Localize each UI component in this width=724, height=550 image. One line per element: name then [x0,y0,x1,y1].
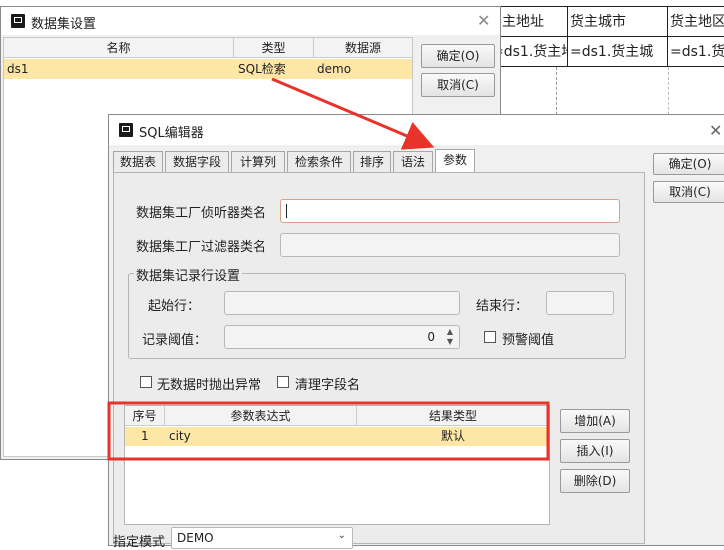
column-header-source[interactable]: 数据源 [314,38,412,58]
tab-syntax[interactable]: 语法 [393,151,433,172]
delete-param-button[interactable]: 删除(D) [560,469,630,493]
tab-parameters[interactable]: 参数 [435,149,475,172]
sql-ok-button[interactable]: 确定(O) [653,153,724,175]
close-icon[interactable]: ✕ [709,121,722,140]
threshold-label: 记录阈值： [142,333,208,348]
sheet-cell-city[interactable]: =ds1.货主城 [568,37,668,67]
close-icon[interactable]: ✕ [477,11,490,30]
parameters-panel: 数据集工厂侦听器类名 数据集工厂过滤器类名 数据集记录行设置 起始行： 结束行：… [113,172,645,544]
dataset-dialog-title: 数据集设置 [31,17,97,32]
mode-select[interactable]: DEMO ⌄ [171,527,353,549]
end-row-input[interactable] [546,291,614,315]
sql-editor-tabs: 数据表 数据字段 计算列 检索条件 排序 语法 参数 [113,149,653,174]
sheet-cell-region[interactable]: =ds1.货 [668,37,724,67]
sql-editor-titlebar: SQL编辑器 ✕ [109,115,724,145]
threshold-value: 0 [427,330,435,344]
tab-data-fields[interactable]: 数据字段 [165,151,229,172]
sheet-header-address[interactable]: 主地址 [500,7,568,37]
listener-class-label: 数据集工厂侦听器类名 [136,206,267,221]
throw-on-nodata-checkbox[interactable] [140,376,152,388]
sql-cancel-button[interactable]: 取消(C) [653,181,724,203]
param-row-result-type: 默认 [440,429,465,443]
column-header-expression[interactable]: 参数表达式 [165,406,357,426]
dataset-row-type: SQL检索 [238,62,286,76]
warn-threshold-label: 预警阈值 [502,333,555,348]
sheet-header-region[interactable]: 货主地区 [668,7,724,37]
dataset-row-source: demo [317,62,352,76]
sql-editor-dialog: SQL编辑器 ✕ 数据表 数据字段 计算列 检索条件 排序 语法 参数 数据集工… [108,114,724,550]
tab-sort[interactable]: 排序 [353,151,391,172]
column-header-type[interactable]: 类型 [234,38,314,58]
spinner-arrows-icon[interactable]: ▲ ▼ [447,327,453,347]
warn-threshold-checkbox[interactable] [484,331,496,343]
end-row-label: 结束行： [476,299,529,314]
tab-data-table[interactable]: 数据表 [113,151,163,172]
filter-class-input[interactable] [280,233,620,257]
start-row-label: 起始行： [148,299,201,314]
dataset-row-name: ds1 [7,62,29,76]
text-cursor [286,204,287,218]
dataset-cancel-button[interactable]: 取消(C) [421,73,495,97]
app-logo-icon [11,14,25,28]
tab-calc-columns[interactable]: 计算列 [231,151,285,172]
param-row[interactable]: 1 city 默认 [125,427,549,446]
throw-on-nodata-label: 无数据时抛出异常 [157,378,262,393]
param-table: 序号 参数表达式 结果类型 1 city 默认 [124,405,550,525]
filter-class-label: 数据集工厂过滤器类名 [136,240,267,255]
app-logo-icon [119,123,133,137]
dataset-table-header: 名称 类型 数据源 [4,38,412,58]
column-header-index[interactable]: 序号 [125,406,165,426]
listener-class-input[interactable] [280,199,620,223]
sheet-cell-address[interactable]: =ds1.货主地 [490,37,568,67]
param-table-header: 序号 参数表达式 结果类型 [125,406,549,426]
column-header-result-type[interactable]: 结果类型 [357,406,549,426]
dataset-dialog-titlebar: 数据集设置 ✕ [1,7,500,35]
clear-fields-label: 清理字段名 [295,378,361,393]
tab-search-conditions[interactable]: 检索条件 [287,151,351,172]
param-row-expression: city [169,429,191,443]
threshold-spinner[interactable]: 0 ▲ ▼ [224,325,460,349]
mode-label: 指定模式 [113,535,166,550]
add-param-button[interactable]: 增加(A) [560,409,630,433]
sql-editor-title: SQL编辑器 [139,126,204,141]
param-row-index: 1 [141,429,149,443]
start-row-input[interactable] [224,291,460,315]
chevron-down-icon: ⌄ [337,530,346,541]
insert-param-button[interactable]: 插入(I) [560,439,630,463]
clear-fields-checkbox[interactable] [277,376,289,388]
record-settings-title: 数据集记录行设置 [134,265,243,284]
sheet-header-city[interactable]: 货主城市 [568,7,668,37]
column-header-name[interactable]: 名称 [4,38,234,58]
dataset-ok-button[interactable]: 确定(O) [421,44,495,68]
dataset-row[interactable]: ds1 SQL检索 demo [4,59,412,79]
